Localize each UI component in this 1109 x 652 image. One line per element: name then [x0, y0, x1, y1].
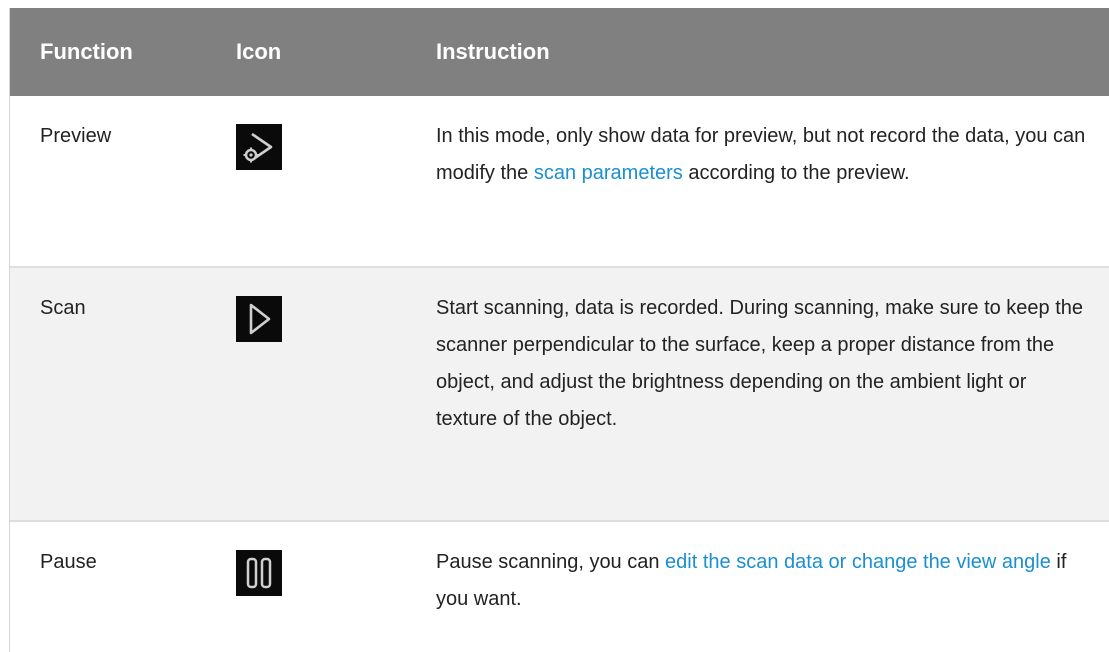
- scan-parameters-link[interactable]: scan parameters: [534, 162, 683, 184]
- function-name: Preview: [40, 125, 112, 147]
- preview-icon: [236, 124, 282, 170]
- table-row-preview: Preview In this mode, only show data for…: [10, 96, 1109, 268]
- function-table: Function Icon Instruction Preview In thi…: [9, 8, 1109, 652]
- play-icon: [236, 296, 282, 342]
- instruction-text: Start scanning, data is recorded. During…: [436, 297, 1084, 430]
- edit-scan-data-link[interactable]: edit the scan data or change the view an…: [665, 551, 1051, 573]
- header-function: Function: [40, 39, 133, 64]
- function-name: Pause: [40, 551, 97, 573]
- instruction-text: Pause scanning, you can edit the scan da…: [436, 551, 1067, 610]
- header-icon: Icon: [236, 39, 282, 64]
- instruction-text: In this mode, only show data for preview…: [436, 125, 1086, 184]
- pause-icon: [236, 550, 282, 596]
- table-row-scan: Scan Start scanning, data is recorded. D…: [10, 268, 1109, 522]
- table-header: Function Icon Instruction: [10, 8, 1109, 96]
- function-name: Scan: [40, 297, 86, 319]
- header-instruction: Instruction: [436, 39, 550, 64]
- table-row-pause: Pause Pause scanning, you can edit the s…: [10, 522, 1109, 652]
